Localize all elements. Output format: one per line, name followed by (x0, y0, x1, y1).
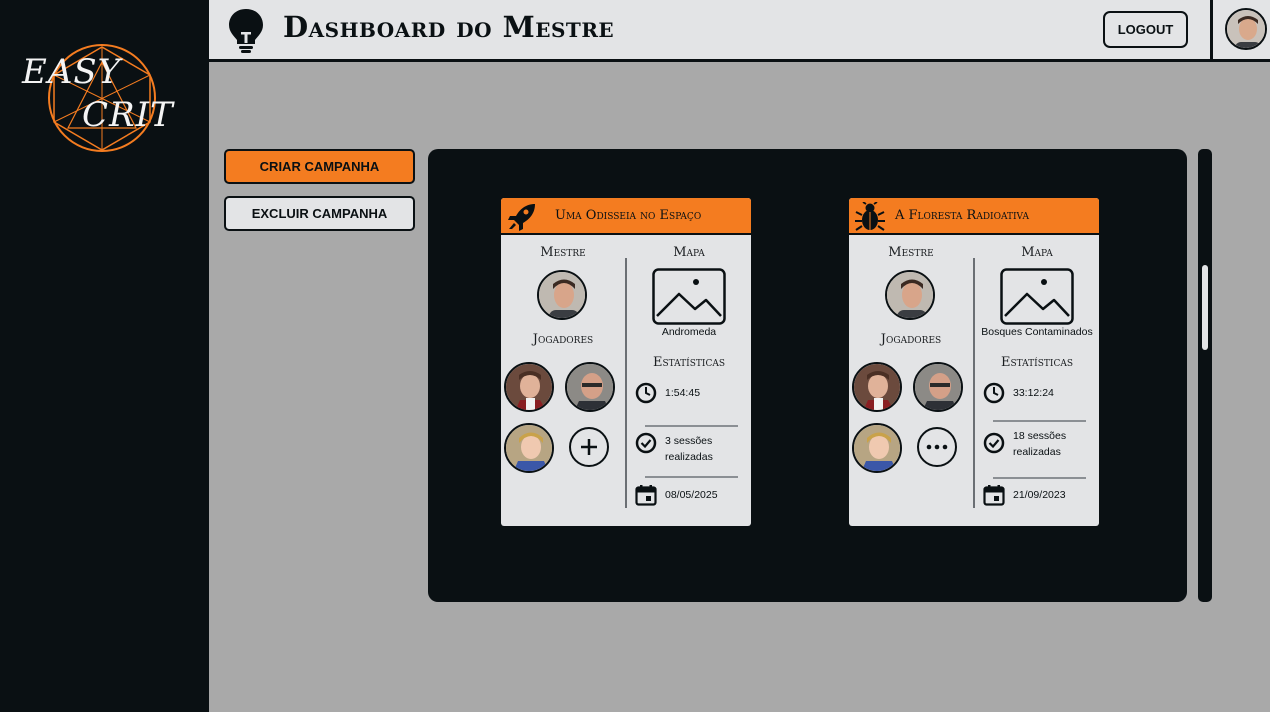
player-avatar[interactable] (913, 362, 963, 412)
player-avatar[interactable] (504, 423, 554, 473)
more-dots-icon (926, 444, 948, 450)
logo-text-crit: CRIT (82, 95, 174, 135)
map-label: Mapa (673, 245, 705, 260)
campaign-title: Uma Odisseia no Espaço (555, 208, 702, 223)
plus-icon (581, 439, 597, 455)
player-avatar-icon (854, 425, 900, 471)
players-label: Jogadores (880, 332, 942, 347)
check-circle-icon (635, 432, 657, 454)
sessions-count: 3 sessões realizadas (665, 433, 713, 465)
lightbulb-icon (229, 9, 263, 53)
header-divider (1210, 0, 1213, 62)
player-avatar-icon (506, 425, 552, 471)
more-players-button[interactable] (917, 427, 957, 467)
stats-divider (645, 425, 738, 427)
map-image-icon[interactable] (1000, 268, 1074, 325)
card-divider (625, 258, 627, 508)
map-label: Mapa (1021, 245, 1053, 260)
top-header: Dashboard do Mestre LOGOUT (209, 0, 1270, 62)
page-title: Dashboard do Mestre (283, 10, 615, 44)
play-time: 1:54:45 (665, 387, 701, 399)
master-avatar-icon (539, 272, 585, 318)
sessions-line-1: 18 sessões (1013, 430, 1067, 442)
campaign-card[interactable]: A Floresta Radioativa Mestre Jogadores M… (849, 198, 1099, 526)
stats-label: Estatísticas (652, 355, 725, 370)
delete-campaign-button[interactable]: EXCLUIR CAMPANHA (224, 196, 415, 231)
player-avatar[interactable] (852, 362, 902, 412)
stats-divider (645, 476, 738, 478)
scrollbar-thumb[interactable] (1202, 265, 1208, 350)
map-image-icon[interactable] (652, 268, 726, 325)
logout-button[interactable]: LOGOUT (1103, 11, 1188, 48)
user-avatar[interactable] (1225, 8, 1267, 50)
campaign-title: A Floresta Radioativa (895, 208, 1029, 223)
master-avatar-icon (887, 272, 933, 318)
last-session-date: 08/05/2025 (665, 489, 718, 501)
add-player-button[interactable] (569, 427, 609, 467)
player-avatar-icon (915, 364, 961, 410)
player-avatar[interactable] (504, 362, 554, 412)
calendar-icon (983, 485, 1005, 506)
create-campaign-button[interactable]: CRIAR CAMPANHA (224, 149, 415, 184)
play-time: 33:12:24 (1013, 387, 1054, 399)
master-label: Mestre (540, 245, 586, 260)
master-label: Mestre (888, 245, 934, 260)
card-divider (973, 258, 975, 508)
last-session-date: 21/09/2023 (1013, 489, 1066, 501)
clock-icon (635, 382, 657, 404)
stats-divider (993, 420, 1086, 422)
player-avatar-icon (506, 364, 552, 410)
sessions-line-2: realizadas (665, 451, 713, 463)
player-avatar-icon (567, 364, 613, 410)
campaign-card[interactable]: Uma Odisseia no Espaço Mestre Jogadores (501, 198, 751, 526)
stats-label: Estatísticas (1000, 355, 1073, 370)
sidebar: EASY CRIT (0, 0, 209, 712)
sessions-line-1: 3 sessões (665, 435, 713, 447)
user-avatar-icon (1227, 10, 1265, 48)
player-avatar[interactable] (852, 423, 902, 473)
map-name: Bosques Contaminados (981, 326, 1093, 338)
calendar-icon (635, 485, 657, 506)
scrollbar-track[interactable] (1198, 149, 1212, 602)
player-avatar-icon (854, 364, 900, 410)
stats-divider (993, 477, 1086, 479)
sessions-line-2: realizadas (1013, 446, 1061, 458)
clock-icon (983, 382, 1005, 404)
logo-text-easy: EASY (22, 52, 122, 92)
bug-icon (855, 202, 885, 231)
sessions-count: 18 sessões realizadas (1013, 428, 1066, 460)
master-avatar[interactable] (885, 270, 935, 320)
campaign-card-header: A Floresta Radioativa (849, 198, 1099, 235)
rocket-icon (508, 204, 535, 231)
check-circle-icon (983, 432, 1005, 454)
campaign-card-header: Uma Odisseia no Espaço (501, 198, 751, 235)
easycrit-logo[interactable]: EASY CRIT (18, 40, 178, 158)
players-label: Jogadores (532, 332, 594, 347)
map-name: Andromeda (661, 326, 717, 338)
player-avatar[interactable] (565, 362, 615, 412)
master-avatar[interactable] (537, 270, 587, 320)
